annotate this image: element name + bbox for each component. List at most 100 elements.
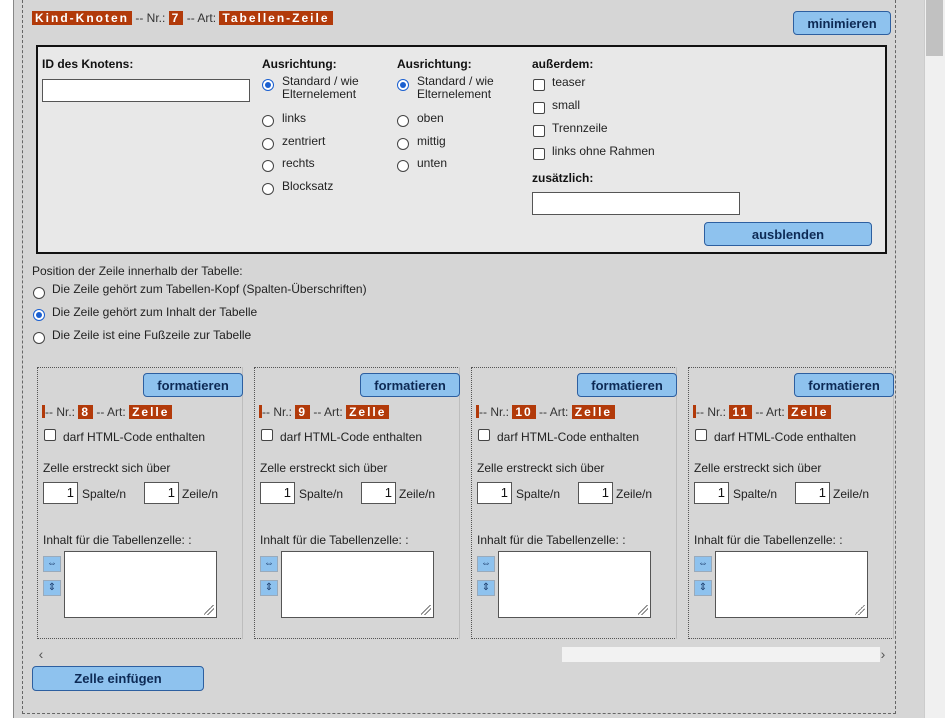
horizontal-scrollbar-thumb[interactable] bbox=[562, 647, 880, 662]
align-h-option-center: zentriert bbox=[282, 134, 326, 148]
resize-grip-icon[interactable] bbox=[638, 605, 648, 615]
expand-vertical-icon[interactable]: ⇕ bbox=[694, 580, 712, 596]
rowspan-input[interactable]: 1 bbox=[795, 482, 830, 504]
colspan-input[interactable]: 1 bbox=[43, 482, 78, 504]
node-nr: 7 bbox=[168, 11, 184, 25]
align-h-option-right: rechts bbox=[282, 156, 315, 170]
cell-art: Zelle bbox=[346, 405, 390, 419]
expand-horizontal-icon[interactable]: ⇔ bbox=[694, 556, 712, 572]
content-label: Inhalt für die Tabellenzelle: : bbox=[694, 533, 843, 547]
cell-content-textarea[interactable] bbox=[715, 551, 868, 618]
colspan-input[interactable]: 1 bbox=[260, 482, 295, 504]
rowspan-label: Zeile/n bbox=[399, 487, 436, 501]
expand-horizontal-icon[interactable]: ⇔ bbox=[43, 556, 61, 572]
rowspan-input[interactable]: 1 bbox=[578, 482, 613, 504]
align-v-radio-bottom[interactable] bbox=[397, 160, 409, 172]
cell-art: Zelle bbox=[571, 405, 616, 419]
expand-vertical-icon[interactable]: ⇕ bbox=[477, 580, 495, 596]
rowspan-label: Zeile/n bbox=[616, 487, 653, 501]
expand-vertical-icon[interactable]: ⇕ bbox=[260, 580, 278, 596]
align-h-radio-left[interactable] bbox=[262, 115, 274, 127]
format-button[interactable]: formatieren bbox=[360, 373, 460, 397]
expand-horizontal-icon[interactable]: ⇔ bbox=[260, 556, 278, 572]
cell-content-textarea[interactable] bbox=[498, 551, 651, 618]
left-no-border-label: links ohne Rahmen bbox=[552, 144, 655, 158]
span-label: Zelle erstreckt sich über bbox=[43, 461, 171, 475]
align-h-option-default: Standard / wie Elternelement bbox=[282, 74, 359, 101]
format-button[interactable]: formatieren bbox=[577, 373, 677, 397]
colspan-label: Spalte/n bbox=[516, 487, 561, 501]
extra-title: außerdem: bbox=[532, 57, 594, 71]
minimize-button[interactable]: minimieren bbox=[793, 11, 891, 35]
cell-content-textarea[interactable] bbox=[64, 551, 217, 618]
format-button[interactable]: formatieren bbox=[794, 373, 894, 397]
rowspan-label: Zeile/n bbox=[833, 487, 870, 501]
cell-art: Zelle bbox=[129, 405, 173, 419]
align-h-option-justify: Blocksatz bbox=[282, 179, 334, 193]
align-v-option-bottom: unten bbox=[417, 156, 448, 170]
align-h-option-left: links bbox=[282, 111, 307, 125]
left-no-border-checkbox[interactable] bbox=[533, 148, 545, 160]
align-v-option-default: Standard / wie Elternelement bbox=[417, 74, 494, 101]
allow-html-checkbox[interactable] bbox=[261, 429, 273, 441]
cell-header: -- Nr.: 8 -- Art: Zelle bbox=[42, 405, 173, 419]
cell-nr-prefix: -- Nr.: bbox=[696, 405, 726, 419]
rowspan-label: Zeile/n bbox=[182, 487, 219, 501]
position-title: Position der Zeile innerhalb der Tabelle… bbox=[32, 264, 243, 278]
resize-grip-icon[interactable] bbox=[204, 605, 214, 615]
allow-html-label: darf HTML-Code enthalten bbox=[714, 430, 857, 444]
hide-button[interactable]: ausblenden bbox=[704, 222, 872, 246]
insert-cell-button[interactable]: Zelle einfügen bbox=[32, 666, 204, 691]
colspan-label: Spalte/n bbox=[299, 487, 344, 501]
position-radio-head[interactable] bbox=[33, 287, 45, 299]
align-v-radio-top[interactable] bbox=[397, 115, 409, 127]
separator-label: Trennzeile bbox=[552, 121, 608, 135]
colspan-input[interactable]: 1 bbox=[694, 482, 729, 504]
vertical-scrollbar-thumb[interactable] bbox=[926, 0, 943, 56]
cell-header: -- Nr.: 10 -- Art: Zelle bbox=[476, 405, 616, 419]
resize-grip-icon[interactable] bbox=[421, 605, 431, 615]
teaser-checkbox[interactable] bbox=[533, 79, 545, 91]
node-art-prefix: -- Art: bbox=[186, 11, 217, 25]
align-v-radio-default[interactable] bbox=[397, 79, 409, 91]
position-option-foot: Die Zeile ist eine Fußzeile zur Tabelle bbox=[52, 328, 252, 342]
colspan-input[interactable]: 1 bbox=[477, 482, 512, 504]
cell-content-textarea[interactable] bbox=[281, 551, 434, 618]
cell-nr-prefix: -- Nr.: bbox=[45, 405, 75, 419]
align-h-radio-justify[interactable] bbox=[262, 183, 274, 195]
rowspan-input[interactable]: 1 bbox=[144, 482, 179, 504]
resize-grip-icon[interactable] bbox=[855, 605, 865, 615]
scroll-left-icon[interactable]: ‹ bbox=[34, 647, 48, 662]
position-radio-body[interactable] bbox=[33, 309, 45, 321]
align-v-radio-middle[interactable] bbox=[397, 138, 409, 150]
node-id-input[interactable] bbox=[42, 79, 250, 102]
allow-html-label: darf HTML-Code enthalten bbox=[497, 430, 640, 444]
align-h-radio-center[interactable] bbox=[262, 138, 274, 150]
vertical-scrollbar[interactable] bbox=[924, 0, 945, 718]
expand-vertical-icon[interactable]: ⇕ bbox=[43, 580, 61, 596]
additional-class-input[interactable] bbox=[532, 192, 740, 215]
position-radio-foot[interactable] bbox=[33, 332, 45, 344]
cell-art-prefix: -- Art: bbox=[96, 405, 126, 419]
small-checkbox[interactable] bbox=[533, 102, 545, 114]
content-label: Inhalt für die Tabellenzelle: : bbox=[43, 533, 192, 547]
format-button[interactable]: formatieren bbox=[143, 373, 243, 397]
allow-html-checkbox[interactable] bbox=[478, 429, 490, 441]
separator-checkbox[interactable] bbox=[533, 125, 545, 137]
cell-nr-prefix: -- Nr.: bbox=[479, 405, 509, 419]
colspan-label: Spalte/n bbox=[82, 487, 127, 501]
teaser-label: teaser bbox=[552, 75, 586, 89]
cell-header: -- Nr.: 9 -- Art: Zelle bbox=[259, 405, 390, 419]
align-h-radio-default[interactable] bbox=[262, 79, 274, 91]
cell-nr-prefix: -- Nr.: bbox=[262, 405, 292, 419]
scroll-right-icon[interactable]: › bbox=[876, 647, 890, 662]
allow-html-checkbox[interactable] bbox=[44, 429, 56, 441]
expand-horizontal-icon[interactable]: ⇔ bbox=[477, 556, 495, 572]
allow-html-label: darf HTML-Code enthalten bbox=[63, 430, 206, 444]
align-h-radio-right[interactable] bbox=[262, 160, 274, 172]
allow-html-checkbox[interactable] bbox=[695, 429, 707, 441]
span-label: Zelle erstreckt sich über bbox=[260, 461, 388, 475]
cell-nr: 10 bbox=[512, 405, 536, 419]
cell-nr: 8 bbox=[78, 405, 94, 419]
rowspan-input[interactable]: 1 bbox=[361, 482, 396, 504]
